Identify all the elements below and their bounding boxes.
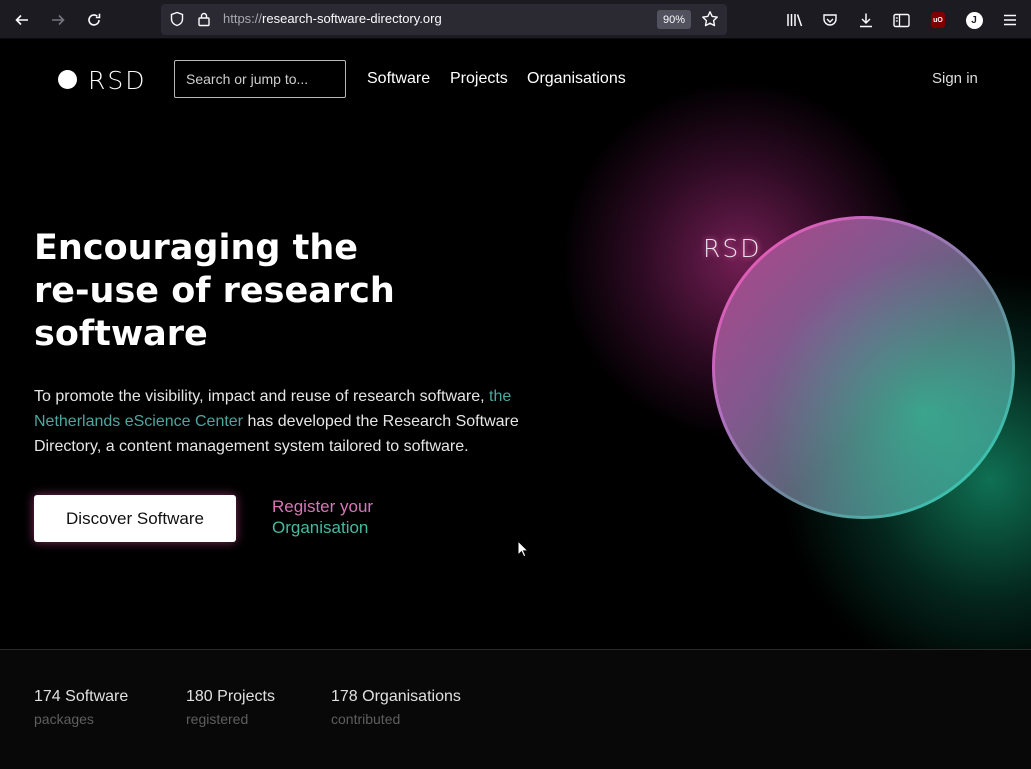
register-line-1: Register your — [272, 497, 374, 516]
back-button[interactable] — [9, 8, 35, 32]
sidebar-icon — [892, 13, 910, 27]
site-header: RSD Software Projects Organisations Sign… — [0, 40, 1031, 120]
tracking-shield-icon[interactable] — [169, 11, 185, 27]
orb-logo: RSD — [703, 234, 762, 263]
intro-text-start: To promote the visibility, impact and re… — [34, 388, 490, 405]
stat-projects-count: 180 Projects — [186, 688, 275, 705]
stat-software-count: 174 Software — [34, 688, 129, 705]
url-protocol: https:// — [223, 11, 263, 26]
nav-projects[interactable]: Projects — [450, 70, 508, 88]
stat-organisations-count: 178 Organisations — [331, 688, 461, 705]
stat-projects: 180 Projects registered — [186, 688, 275, 727]
headline-line-3: software — [34, 314, 208, 354]
library-icon — [787, 14, 803, 27]
ublock-extension-button[interactable]: uO — [928, 10, 948, 30]
hero-intro: To promote the visibility, impact and re… — [34, 384, 524, 459]
reader-view-button[interactable] — [891, 10, 911, 30]
arrow-left-icon — [15, 14, 28, 26]
zoom-level-badge[interactable]: 90% — [657, 10, 691, 29]
headline-line-1: Encouraging the — [34, 228, 359, 268]
url-host: research-software-directory.org — [262, 11, 442, 26]
stats-section — [0, 650, 1031, 769]
menu-button[interactable] — [1000, 10, 1020, 30]
stat-software-label: packages — [34, 711, 94, 727]
headline-line-2: re-use of research — [34, 271, 395, 311]
ublock-icon: uO — [931, 12, 945, 28]
account-button[interactable]: J — [964, 10, 984, 30]
stat-organisations-label: contributed — [331, 711, 401, 727]
nav-software[interactable]: Software — [367, 70, 430, 88]
register-line-2: Organisation — [272, 518, 369, 537]
stat-organisations: 178 Organisations contributed — [331, 688, 461, 727]
forward-button[interactable] — [45, 8, 71, 32]
lock-icon[interactable] — [196, 11, 212, 27]
pocket-icon — [823, 14, 837, 26]
hamburger-menu-icon — [1004, 14, 1016, 26]
stat-software: 174 Software packages — [34, 688, 128, 727]
hero-headline: Encouraging the re-use of research softw… — [34, 227, 494, 356]
mouse-cursor-icon — [517, 540, 529, 558]
download-icon — [860, 13, 872, 28]
url-text[interactable]: https://research-software-directory.org — [223, 11, 442, 26]
reload-icon — [88, 13, 101, 26]
stat-projects-label: registered — [186, 711, 249, 727]
search-input[interactable] — [174, 60, 346, 98]
sign-in-link[interactable]: Sign in — [932, 70, 978, 87]
site-logo[interactable]: RSD — [88, 66, 147, 95]
browser-toolbar: https://research-software-directory.org … — [0, 0, 1031, 39]
bookmark-star-icon[interactable] — [701, 10, 719, 28]
url-bar[interactable]: https://research-software-directory.org … — [161, 4, 727, 35]
pocket-button[interactable] — [820, 10, 840, 30]
arrow-right-icon — [52, 14, 65, 26]
library-button[interactable] — [785, 10, 805, 30]
account-avatar: J — [965, 11, 983, 29]
nav-organisations[interactable]: Organisations — [527, 70, 626, 88]
logo-circle-icon[interactable] — [58, 70, 77, 89]
downloads-button[interactable] — [856, 10, 876, 30]
discover-software-button[interactable]: Discover Software — [34, 495, 236, 542]
register-organisation-link[interactable]: Register your Organisation — [272, 496, 373, 538]
rsd-homepage: RSD RSD Software Projects Organisations … — [0, 40, 1031, 769]
reload-button[interactable] — [81, 8, 107, 32]
